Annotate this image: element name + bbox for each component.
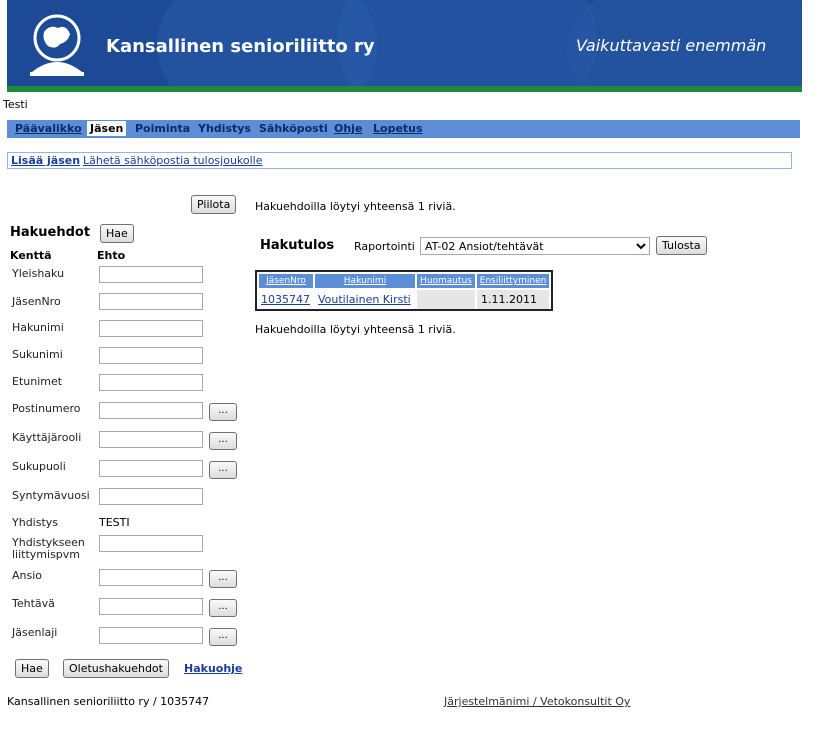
member-number-link[interactable]: 1035747 [261,293,310,306]
member-name-link[interactable]: Voutilainen Kirsti [318,293,411,306]
jasennro-input[interactable] [99,293,203,310]
nav-item-yhdistys[interactable]: Yhdistys [198,122,251,135]
col-header-jasennro[interactable]: JäsenNro [259,274,313,288]
tehtava-input[interactable] [99,598,203,615]
field-label: Hakunimi [12,321,64,334]
table-row: Voutilainen Kirsti [318,290,411,309]
nav-item-ohje[interactable]: Ohje [334,122,362,135]
etunimet-input[interactable] [99,374,203,391]
postinumero-picker-button[interactable]: ... [209,403,237,421]
field-label: JäsenNro [12,295,61,308]
report-select[interactable]: AT-02 Ansiot/tehtävät [420,237,650,255]
kayttajarooli-input[interactable] [99,431,203,448]
field-label: Yhdistys [12,516,59,529]
col-header-hakunimi[interactable]: Hakunimi [315,274,415,288]
field-label: Etunimet [12,375,63,388]
sukunimi-input[interactable] [99,347,203,364]
nav-item-lopetus[interactable]: Lopetus [373,122,423,135]
field-label: Tehtävä [12,597,55,610]
results-table: JäsenNro Hakunimi Huomautus Ensiliittymi… [255,270,553,311]
col-condition-header: Ehto [97,249,126,262]
nav-item-poiminta[interactable]: Poiminta [135,122,190,135]
footer-system-link[interactable]: Järjestelmänimi / Vetokonsultit Oy [444,695,630,708]
postinumero-input[interactable] [99,402,203,419]
result-count-top: Hakuehdoilla löytyi yhteensä 1 riviä. [255,200,456,213]
hakunimi-input[interactable] [99,320,203,337]
jasenlaji-picker-button[interactable]: ... [209,628,237,646]
ansio-picker-button[interactable]: ... [209,570,237,588]
sukupuoli-picker-button[interactable]: ... [209,461,237,479]
nav-item-sahkoposti[interactable]: Sähköposti [259,122,328,135]
jasenlaji-input[interactable] [99,627,203,644]
field-label: Yleishaku [12,267,65,280]
col-header-huomautus[interactable]: Huomautus [417,274,475,288]
header-stripe [7,86,802,92]
slogan: Vaikuttavasti enemmän [576,36,767,55]
kayttajarooli-picker-button[interactable]: ... [209,432,237,450]
table-row: 1035747 [261,290,310,309]
field-label: liittymispvm [12,548,81,561]
yhdistys-value: TESTI [99,516,130,529]
report-label: Raportointi [354,240,415,253]
nav-item-paavalikko[interactable]: Päävalikko [15,122,82,135]
join-date-cell: 1.11.2011 [477,290,549,309]
yleishaku-input[interactable] [99,266,203,283]
hide-search-button[interactable]: Piilota [191,195,237,214]
user-label: Testi [3,98,28,111]
bottom-search-button[interactable]: Hae [15,659,49,678]
field-label: Sukunimi [12,348,63,361]
search-title: Hakuehdot [10,225,91,240]
result-count-bottom: Hakuehdoilla löytyi yhteensä 1 riviä. [255,323,456,336]
col-header-ensiliittyminen[interactable]: Ensiliittyminen [477,274,549,288]
sukupuoli-input[interactable] [99,460,203,477]
ansio-input[interactable] [99,569,203,586]
field-label: Postinumero [12,402,81,415]
field-label: Jäsenlaji [12,626,58,639]
main-nav: Päävalikko Jäsen Poiminta Yhdistys Sähkö… [7,120,800,138]
liittymispvm-input[interactable] [99,535,203,552]
add-member-link[interactable]: Lisää jäsen [11,154,80,167]
lion-shield-icon [30,14,84,76]
field-label: Käyttäjärooli [12,431,82,444]
tehtava-picker-button[interactable]: ... [209,599,237,617]
col-field-header: Kenttä [10,249,52,262]
field-label: Sukupuoli [12,460,66,473]
remark-cell [417,290,475,309]
field-label: Ansio [12,569,43,582]
syntymavuosi-input[interactable] [99,488,203,505]
send-email-link[interactable]: Lähetä sähköpostia tulosjoukolle [83,154,263,167]
results-title: Hakutulos [260,238,335,253]
default-conditions-button[interactable]: Oletushakuehdot [63,659,169,678]
search-help-link[interactable]: Hakuohje [184,662,242,675]
field-label: Syntymävuosi [12,489,90,502]
print-button[interactable]: Tulosta [656,236,707,255]
nav-item-jasen[interactable]: Jäsen [87,121,127,136]
org-title: Kansallinen senioriliitto ry [106,36,375,57]
action-box: Lisää jäsen Lähetä sähköpostia tulosjouk… [7,152,792,169]
footer-left: Kansallinen senioriliitto ry / 1035747 [7,695,210,708]
search-button[interactable]: Hae [100,224,134,243]
